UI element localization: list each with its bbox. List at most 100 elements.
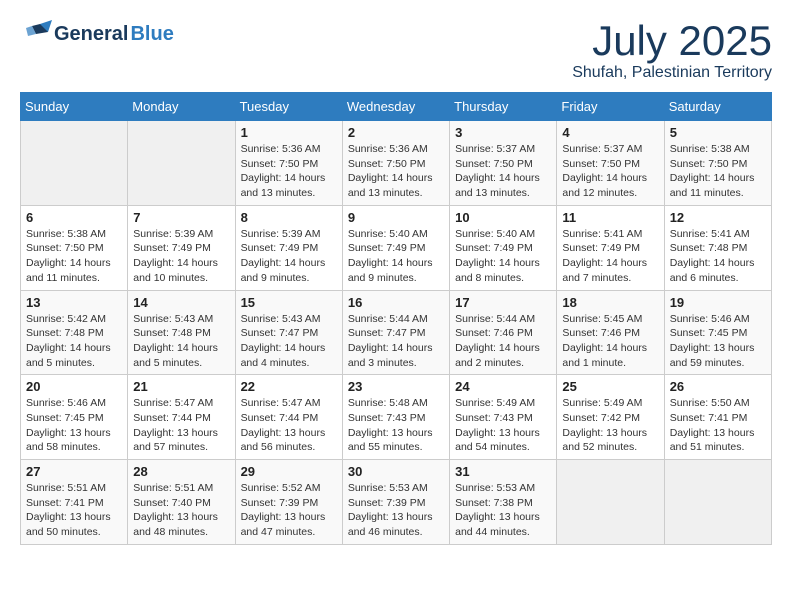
calendar-header: SundayMondayTuesdayWednesdayThursdayFrid… — [21, 93, 772, 121]
calendar-cell: 11Sunrise: 5:41 AM Sunset: 7:49 PM Dayli… — [557, 205, 664, 290]
calendar-cell: 2 Sunrise: 5:36 AM Sunset: 7:50 PM Daylig… — [342, 121, 449, 206]
day-of-week-header: Thursday — [450, 93, 557, 121]
day-info: Sunrise: 5:48 AM Sunset: 7:43 PM Dayligh… — [348, 396, 444, 455]
day-number: 4 — [562, 125, 658, 140]
page-header: GeneralBlue July 2025 Shufah, Palestinia… — [20, 20, 772, 82]
day-number: 5 — [670, 125, 766, 140]
calendar-cell: 15 Sunrise: 5:43 AM Sunset: 7:47 PM Dayli… — [235, 290, 342, 375]
calendar-cell: 27 Sunrise: 5:51 AM Sunset: 7:41 PM Dayli… — [21, 460, 128, 545]
calendar-cell — [664, 460, 771, 545]
days-of-week-row: SundayMondayTuesdayWednesdayThursdayFrid… — [21, 93, 772, 121]
day-info: Sunrise: 5:51 AM Sunset: 7:41 PM Dayligh… — [26, 481, 122, 540]
day-of-week-header: Friday — [557, 93, 664, 121]
logo-icon — [20, 20, 52, 48]
day-number: 13 — [26, 295, 122, 310]
day-number: 21 — [133, 379, 229, 394]
logo: GeneralBlue — [20, 20, 174, 48]
day-info: Sunrise: 5:42 AM Sunset: 7:48 PM Dayligh… — [26, 312, 122, 371]
day-info: Sunrise: 5:39 AM Sunset: 7:49 PM Dayligh… — [133, 227, 229, 286]
day-number: 14 — [133, 295, 229, 310]
day-number: 11 — [562, 210, 658, 225]
calendar-cell: 22 Sunrise: 5:47 AM Sunset: 7:44 PM Dayli… — [235, 375, 342, 460]
day-number: 15 — [241, 295, 337, 310]
calendar-cell: 16 Sunrise: 5:44 AM Sunset: 7:47 PM Dayli… — [342, 290, 449, 375]
day-number: 6 — [26, 210, 122, 225]
day-number: 1 — [241, 125, 337, 140]
day-info: Sunrise: 5:44 AM Sunset: 7:46 PM Dayligh… — [455, 312, 551, 371]
day-number: 12 — [670, 210, 766, 225]
calendar-cell: 14Sunrise: 5:43 AM Sunset: 7:48 PM Dayli… — [128, 290, 235, 375]
day-number: 28 — [133, 464, 229, 479]
day-info: Sunrise: 5:37 AM Sunset: 7:50 PM Dayligh… — [562, 142, 658, 201]
day-info: Sunrise: 5:36 AM Sunset: 7:50 PM Dayligh… — [241, 142, 337, 201]
calendar-cell: 12 Sunrise: 5:41 AM Sunset: 7:48 PM Dayli… — [664, 205, 771, 290]
calendar-cell — [21, 121, 128, 206]
day-number: 24 — [455, 379, 551, 394]
day-number: 30 — [348, 464, 444, 479]
calendar-cell: 3 Sunrise: 5:37 AM Sunset: 7:50 PM Daylig… — [450, 121, 557, 206]
month-year-title: July 2025 — [572, 20, 772, 62]
calendar-cell: 25 Sunrise: 5:49 AM Sunset: 7:42 PM Dayli… — [557, 375, 664, 460]
day-number: 18 — [562, 295, 658, 310]
day-number: 3 — [455, 125, 551, 140]
day-number: 17 — [455, 295, 551, 310]
day-info: Sunrise: 5:44 AM Sunset: 7:47 PM Dayligh… — [348, 312, 444, 371]
day-info: Sunrise: 5:47 AM Sunset: 7:44 PM Dayligh… — [241, 396, 337, 455]
calendar-cell: 28 Sunrise: 5:51 AM Sunset: 7:40 PM Dayli… — [128, 460, 235, 545]
day-info: Sunrise: 5:37 AM Sunset: 7:50 PM Dayligh… — [455, 142, 551, 201]
day-info: Sunrise: 5:53 AM Sunset: 7:39 PM Dayligh… — [348, 481, 444, 540]
day-info: Sunrise: 5:53 AM Sunset: 7:38 PM Dayligh… — [455, 481, 551, 540]
calendar-cell: 5Sunrise: 5:38 AM Sunset: 7:50 PM Daylig… — [664, 121, 771, 206]
calendar-cell: 30 Sunrise: 5:53 AM Sunset: 7:39 PM Dayli… — [342, 460, 449, 545]
calendar-cell: 20Sunrise: 5:46 AM Sunset: 7:45 PM Dayli… — [21, 375, 128, 460]
calendar-cell: 10 Sunrise: 5:40 AM Sunset: 7:49 PM Dayli… — [450, 205, 557, 290]
calendar-cell: 8Sunrise: 5:39 AM Sunset: 7:49 PM Daylig… — [235, 205, 342, 290]
day-number: 22 — [241, 379, 337, 394]
location-subtitle: Shufah, Palestinian Territory — [572, 64, 772, 82]
day-info: Sunrise: 5:43 AM Sunset: 7:47 PM Dayligh… — [241, 312, 337, 371]
day-number: 2 — [348, 125, 444, 140]
day-number: 10 — [455, 210, 551, 225]
day-info: Sunrise: 5:47 AM Sunset: 7:44 PM Dayligh… — [133, 396, 229, 455]
logo-general-text: General — [54, 23, 128, 46]
calendar-cell: 19Sunrise: 5:46 AM Sunset: 7:45 PM Dayli… — [664, 290, 771, 375]
day-of-week-header: Tuesday — [235, 93, 342, 121]
day-info: Sunrise: 5:50 AM Sunset: 7:41 PM Dayligh… — [670, 396, 766, 455]
day-number: 29 — [241, 464, 337, 479]
day-info: Sunrise: 5:52 AM Sunset: 7:39 PM Dayligh… — [241, 481, 337, 540]
day-of-week-header: Sunday — [21, 93, 128, 121]
title-area: July 2025 Shufah, Palestinian Territory — [572, 20, 772, 82]
day-of-week-header: Monday — [128, 93, 235, 121]
day-number: 23 — [348, 379, 444, 394]
day-number: 8 — [241, 210, 337, 225]
day-info: Sunrise: 5:45 AM Sunset: 7:46 PM Dayligh… — [562, 312, 658, 371]
calendar-cell: 18 Sunrise: 5:45 AM Sunset: 7:46 PM Dayli… — [557, 290, 664, 375]
calendar-cell — [557, 460, 664, 545]
day-info: Sunrise: 5:49 AM Sunset: 7:42 PM Dayligh… — [562, 396, 658, 455]
day-number: 25 — [562, 379, 658, 394]
day-info: Sunrise: 5:36 AM Sunset: 7:50 PM Dayligh… — [348, 142, 444, 201]
day-of-week-header: Wednesday — [342, 93, 449, 121]
calendar-cell: 23 Sunrise: 5:48 AM Sunset: 7:43 PM Dayli… — [342, 375, 449, 460]
day-info: Sunrise: 5:40 AM Sunset: 7:49 PM Dayligh… — [348, 227, 444, 286]
calendar-cell: 26 Sunrise: 5:50 AM Sunset: 7:41 PM Dayli… — [664, 375, 771, 460]
calendar-week-row: 1 Sunrise: 5:36 AM Sunset: 7:50 PM Daylig… — [21, 121, 772, 206]
calendar-cell: 17 Sunrise: 5:44 AM Sunset: 7:46 PM Dayli… — [450, 290, 557, 375]
calendar-week-row: 6Sunrise: 5:38 AM Sunset: 7:50 PM Daylig… — [21, 205, 772, 290]
day-info: Sunrise: 5:46 AM Sunset: 7:45 PM Dayligh… — [670, 312, 766, 371]
calendar-cell: 6Sunrise: 5:38 AM Sunset: 7:50 PM Daylig… — [21, 205, 128, 290]
calendar-cell: 31Sunrise: 5:53 AM Sunset: 7:38 PM Dayli… — [450, 460, 557, 545]
calendar-week-row: 27 Sunrise: 5:51 AM Sunset: 7:41 PM Dayli… — [21, 460, 772, 545]
calendar-cell — [128, 121, 235, 206]
day-info: Sunrise: 5:41 AM Sunset: 7:48 PM Dayligh… — [670, 227, 766, 286]
day-info: Sunrise: 5:46 AM Sunset: 7:45 PM Dayligh… — [26, 396, 122, 455]
calendar-cell: 7 Sunrise: 5:39 AM Sunset: 7:49 PM Daylig… — [128, 205, 235, 290]
calendar-cell: 13 Sunrise: 5:42 AM Sunset: 7:48 PM Dayli… — [21, 290, 128, 375]
day-number: 27 — [26, 464, 122, 479]
day-number: 7 — [133, 210, 229, 225]
day-number: 16 — [348, 295, 444, 310]
day-of-week-header: Saturday — [664, 93, 771, 121]
day-info: Sunrise: 5:51 AM Sunset: 7:40 PM Dayligh… — [133, 481, 229, 540]
day-info: Sunrise: 5:40 AM Sunset: 7:49 PM Dayligh… — [455, 227, 551, 286]
day-number: 26 — [670, 379, 766, 394]
